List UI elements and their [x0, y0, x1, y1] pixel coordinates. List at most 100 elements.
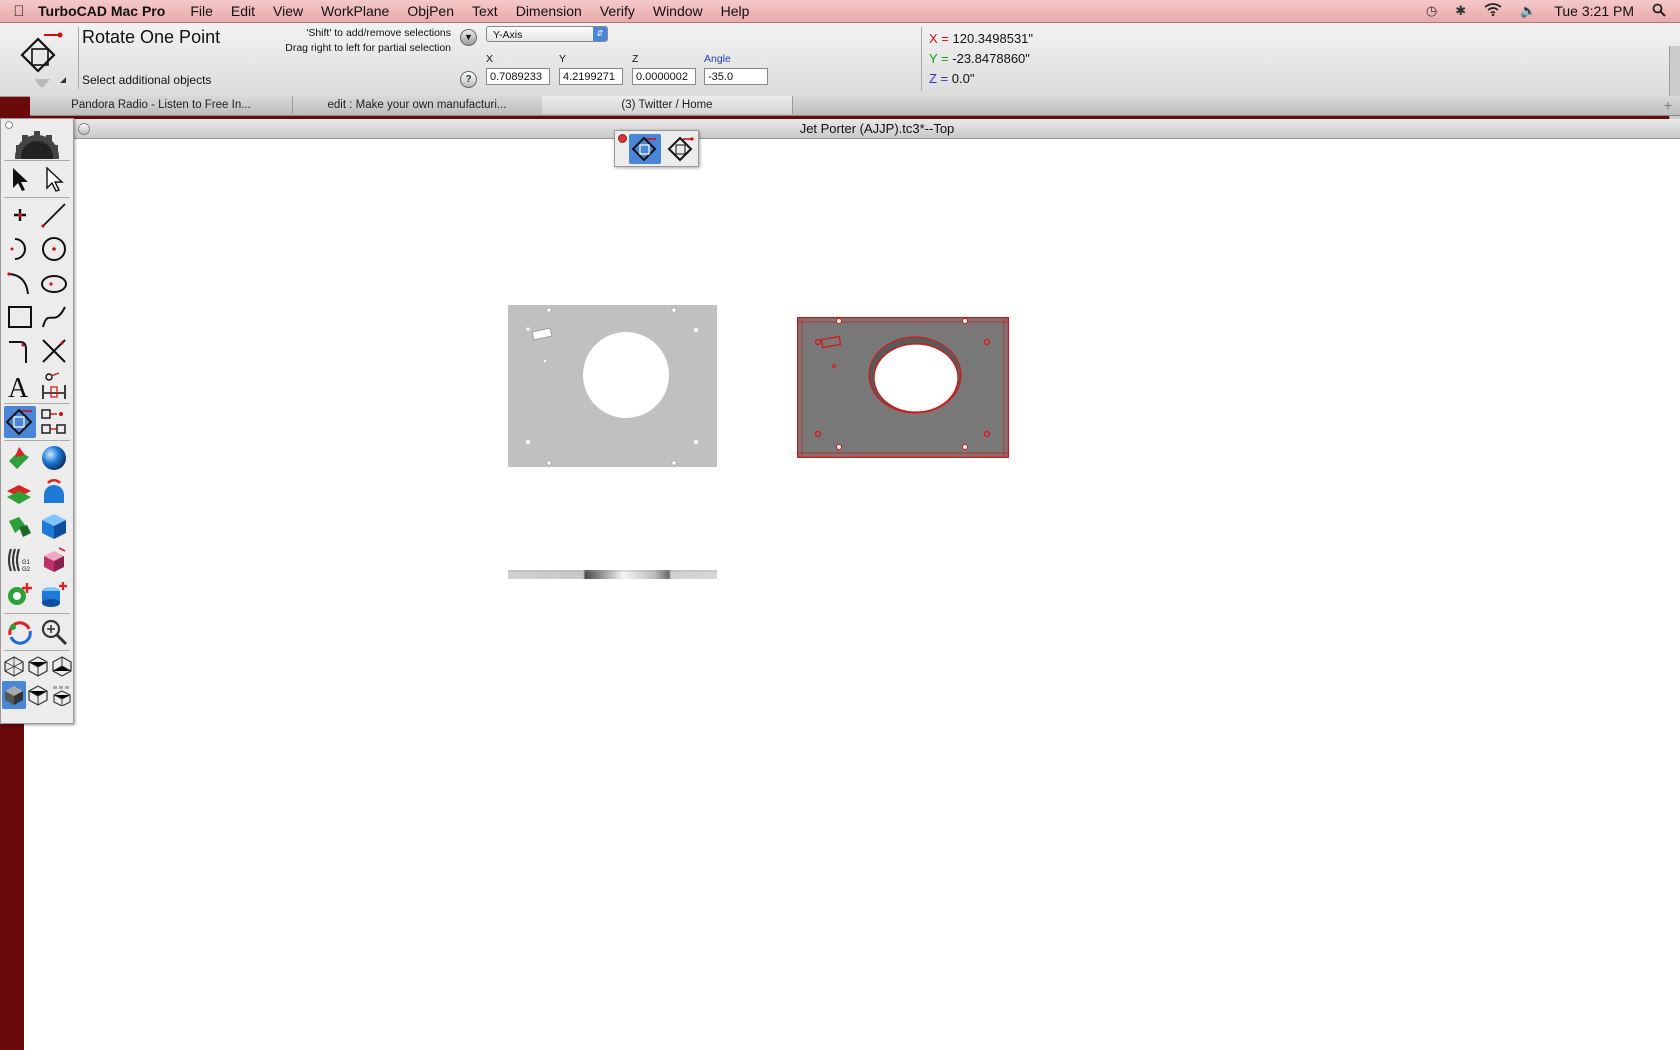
- view-iso-wire-icon[interactable]: [2, 652, 26, 680]
- x-field[interactable]: 0.7089233: [486, 68, 550, 85]
- angle-field[interactable]: -35.0: [704, 68, 768, 85]
- svg-text:G1: G1: [22, 560, 31, 566]
- wifi-icon[interactable]: [1484, 3, 1502, 19]
- menu-objpen[interactable]: ObjPen: [407, 3, 454, 19]
- coord-divider: [921, 27, 922, 91]
- render-shaded-button[interactable]: [2, 681, 26, 709]
- x-coordinate-key: X =: [929, 31, 949, 46]
- palette-close-icon[interactable]: [5, 121, 13, 129]
- edge-view-strip-object[interactable]: [508, 570, 717, 579]
- rotate-tool-icon[interactable]: [14, 27, 70, 89]
- volume-icon[interactable]: 🔈: [1520, 3, 1536, 19]
- thread-tool-icon[interactable]: G1 G2: [4, 544, 36, 576]
- view-iso-back-icon[interactable]: [50, 652, 74, 680]
- select-edit-arrow-icon[interactable]: [38, 163, 70, 195]
- render-wireframe-icon[interactable]: [26, 681, 50, 709]
- canvas-left-margin: [24, 720, 74, 1050]
- gray-plate-object[interactable]: [508, 305, 717, 467]
- apple-menu-icon[interactable]: : [0, 3, 38, 20]
- axis-select[interactable]: Y-Axis ⇵: [486, 26, 608, 42]
- time-machine-icon[interactable]: ◷: [1426, 3, 1437, 19]
- bluetooth-icon[interactable]: ✱: [1455, 3, 1466, 19]
- add-material-icon[interactable]: [4, 578, 36, 610]
- shaded-cube-icon: [5, 686, 23, 705]
- tool-options-bar: Rotate One Point Select additional objec…: [0, 23, 1680, 119]
- boolean-subtract-icon[interactable]: [38, 544, 70, 576]
- menu-view[interactable]: View: [273, 3, 303, 19]
- help-button[interactable]: ?: [460, 71, 477, 88]
- rotate-tools-flyout: [614, 130, 699, 167]
- view-iso-front-icon[interactable]: [26, 652, 50, 680]
- render-hidden-line-icon[interactable]: [50, 681, 74, 709]
- menu-workplane[interactable]: WorkPlane: [321, 3, 389, 19]
- rotate-one-point-button[interactable]: [665, 134, 697, 164]
- document-titlebar: Jet Porter (AJJP).tc3*--Top: [74, 119, 1680, 139]
- rotate-palette-button[interactable]: [4, 406, 36, 438]
- add-tab-icon[interactable]: +: [1664, 96, 1672, 114]
- drawing-canvas[interactable]: [74, 139, 1680, 1050]
- rectangle-tool-icon[interactable]: [4, 301, 36, 333]
- menu-clock[interactable]: Tue 3:21 PM: [1554, 3, 1634, 19]
- line-tool-icon[interactable]: [38, 199, 70, 231]
- add-solid-icon[interactable]: [38, 578, 70, 610]
- fillet-tool-icon[interactable]: [4, 335, 36, 367]
- rotate-palette-icon: [5, 408, 33, 436]
- tab-pandora[interactable]: Pandora Radio - Listen to Free In...: [30, 96, 293, 114]
- selection-hint-partial: Drag right to left for partial selection: [285, 42, 451, 54]
- tab-twitter[interactable]: (3) Twitter / Home: [542, 96, 793, 114]
- rotate-one-point-icon: [667, 136, 694, 162]
- dimension-tool-icon[interactable]: [38, 370, 70, 402]
- circle-tool-icon[interactable]: [38, 233, 70, 265]
- menu-dimension[interactable]: Dimension: [516, 3, 582, 19]
- close-flyout-icon[interactable]: [618, 134, 627, 143]
- spline-tool-icon[interactable]: [38, 301, 70, 333]
- svg-text:G2: G2: [22, 567, 31, 573]
- revolve-tool-icon[interactable]: [38, 476, 70, 508]
- array-copy-tool-icon[interactable]: [38, 406, 70, 438]
- x-field-label: X: [486, 53, 494, 65]
- tab-strip: Pandora Radio - Listen to Free In... edi…: [30, 96, 1680, 116]
- select-arrow-icon[interactable]: [4, 163, 36, 195]
- menu-text[interactable]: Text: [472, 3, 498, 19]
- zoom-tool-icon[interactable]: [38, 616, 70, 648]
- sphere-tool-icon[interactable]: [38, 442, 70, 474]
- z-field-label: Z: [632, 53, 639, 65]
- select-arrows-icon: ⇵: [593, 27, 607, 41]
- close-window-icon[interactable]: [78, 123, 90, 135]
- curve-arc-tool-icon[interactable]: [4, 267, 36, 299]
- menu-edit[interactable]: Edit: [231, 3, 255, 19]
- menu-help[interactable]: Help: [721, 3, 750, 19]
- app-menu[interactable]: TurboCAD Mac Pro: [38, 3, 165, 19]
- arc-tool-icon[interactable]: [4, 233, 36, 265]
- sweep-tool-icon[interactable]: [4, 510, 36, 542]
- x-coordinate-value: 120.3498531": [952, 31, 1034, 46]
- y-coordinate-value: -23.8478860": [952, 51, 1030, 66]
- menu-verify[interactable]: Verify: [600, 3, 635, 19]
- orbit-view-icon[interactable]: [4, 616, 36, 648]
- y-field[interactable]: 4.2199271: [559, 68, 623, 85]
- box-tool-icon[interactable]: [38, 510, 70, 542]
- menu-bar:  TurboCAD Mac Pro File Edit View WorkPl…: [0, 0, 1680, 23]
- menu-window[interactable]: Window: [653, 3, 703, 19]
- tool-divider: [78, 27, 79, 89]
- ellipse-tool-icon[interactable]: [38, 267, 70, 299]
- text-tool-icon[interactable]: A: [4, 370, 36, 402]
- z-field[interactable]: 0.0000002: [632, 68, 696, 85]
- rotate-tool-button[interactable]: [629, 134, 661, 164]
- z-coordinate-readout: Z = 0.0": [929, 71, 974, 86]
- loft-tool-icon[interactable]: [4, 476, 36, 508]
- trim-tool-icon[interactable]: [38, 335, 70, 367]
- y-coordinate-readout: Y = -23.8478860": [929, 51, 1030, 66]
- tab-edit[interactable]: edit : Make your own manufacturi...: [292, 96, 543, 114]
- tool-palette: A G1 G2: [0, 118, 74, 724]
- extrude-surface-icon[interactable]: [4, 442, 36, 474]
- tool-title: Rotate One Point: [82, 27, 221, 47]
- svg-text:A: A: [8, 373, 29, 401]
- axis-select-value: Y-Axis: [493, 29, 523, 41]
- menu-file[interactable]: File: [190, 3, 213, 19]
- options-dropdown-button[interactable]: ▼: [460, 29, 477, 46]
- settings-gear-icon[interactable]: [11, 129, 63, 159]
- selected-plate-object[interactable]: [797, 317, 1009, 458]
- spotlight-search-icon[interactable]: [1652, 3, 1666, 20]
- point-tool-icon[interactable]: [4, 199, 36, 231]
